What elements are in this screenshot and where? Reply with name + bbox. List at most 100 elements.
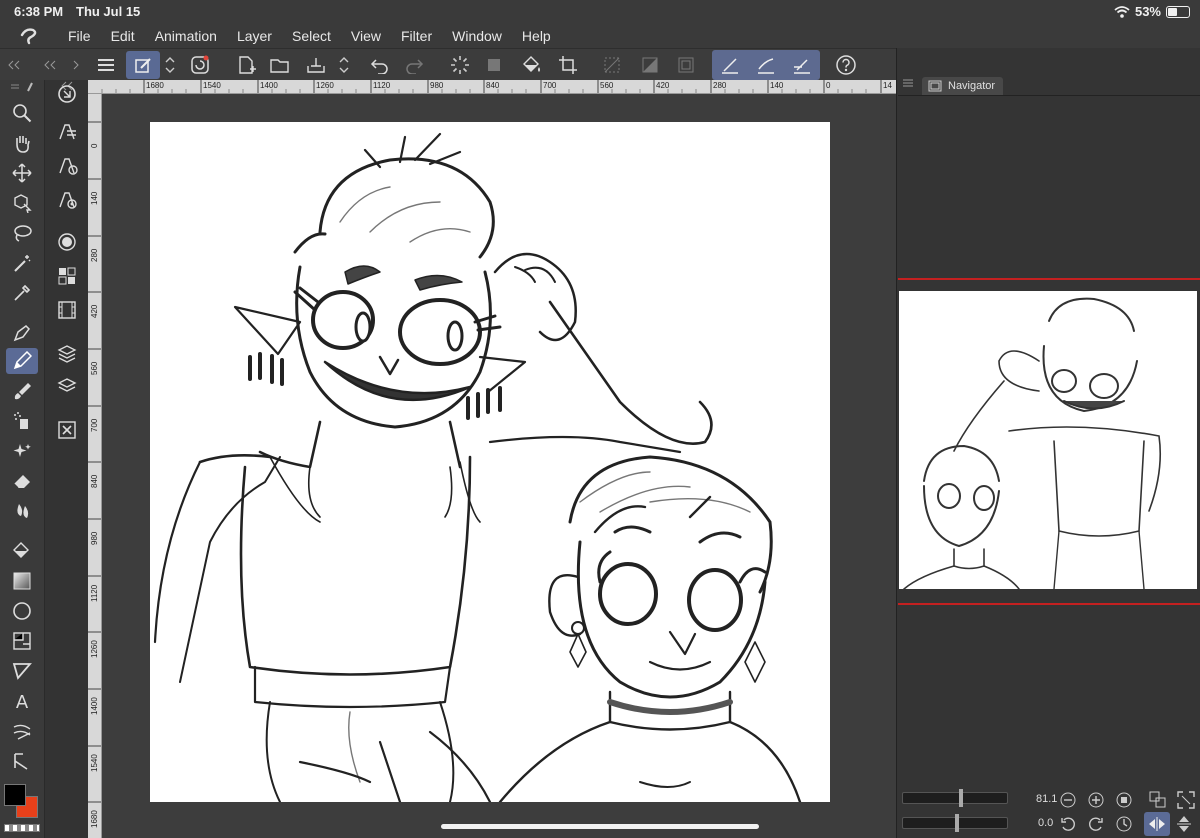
- tool-palette-header-icon[interactable]: [6, 80, 38, 94]
- panel-menu-icon[interactable]: [902, 78, 914, 88]
- layer-property-icon[interactable]: [53, 118, 81, 146]
- chevron-right-icon[interactable]: [68, 51, 84, 79]
- zoom-in-icon[interactable]: [1088, 792, 1104, 808]
- app-logo-icon[interactable]: [0, 27, 58, 45]
- gradient-tool-icon[interactable]: [6, 568, 38, 594]
- rotate-left-icon[interactable]: [1060, 816, 1076, 832]
- hand-tool-icon[interactable]: [6, 130, 38, 156]
- quick-access-icon[interactable]: [186, 51, 214, 79]
- vruler-label: 0: [90, 143, 99, 148]
- menu-edit[interactable]: Edit: [101, 28, 145, 44]
- menu-file[interactable]: File: [58, 28, 101, 44]
- snap-special-ruler-icon[interactable]: [752, 51, 780, 79]
- decoration-tool-icon[interactable]: [6, 438, 38, 464]
- close-subview-icon[interactable]: [53, 416, 81, 444]
- menu-window[interactable]: Window: [442, 28, 512, 44]
- menu-animation[interactable]: Animation: [145, 28, 227, 44]
- airbrush-tool-icon[interactable]: [6, 408, 38, 434]
- redo-icon[interactable]: [400, 51, 428, 79]
- fill-icon[interactable]: [518, 51, 546, 79]
- menu-icon[interactable]: [92, 51, 120, 79]
- zoom-slider[interactable]: [902, 789, 1008, 807]
- open-folder-icon[interactable]: [266, 51, 294, 79]
- zoom-slider-knob[interactable]: [959, 789, 963, 807]
- ruler-tool-icon[interactable]: [6, 718, 38, 744]
- sub-tool-detail-icon[interactable]: [53, 186, 81, 214]
- flip-vertical-icon[interactable]: [1176, 814, 1192, 834]
- frame-border-tool-icon[interactable]: [6, 628, 38, 654]
- main-color-swatch[interactable]: [4, 784, 26, 806]
- magic-wand-icon[interactable]: [6, 250, 38, 276]
- balloon-tool-icon[interactable]: [6, 658, 38, 684]
- pen-tool-icon[interactable]: [6, 320, 38, 346]
- zoom-tool-icon[interactable]: [6, 100, 38, 126]
- pencil-tool-icon[interactable]: [6, 348, 38, 374]
- fit-window-icon[interactable]: [1148, 790, 1168, 810]
- navigator-preview[interactable]: [899, 291, 1197, 589]
- move-tool-icon[interactable]: [6, 160, 38, 186]
- flip-horizontal-button[interactable]: [1144, 812, 1170, 836]
- sketch-artwork: [153, 132, 802, 802]
- vruler-label: 1260: [90, 640, 99, 658]
- snap-ruler-icon[interactable]: [716, 51, 744, 79]
- stepper-icon[interactable]: [160, 51, 180, 79]
- vruler-label: 560: [90, 361, 99, 375]
- help-icon[interactable]: [832, 51, 860, 79]
- eraser-tool-icon[interactable]: [6, 468, 38, 494]
- menu-select[interactable]: Select: [282, 28, 341, 44]
- collapse-left-icon[interactable]: [4, 51, 24, 79]
- figure-tool-icon[interactable]: [6, 598, 38, 624]
- menu-layer[interactable]: Layer: [227, 28, 282, 44]
- tab-navigator[interactable]: Navigator: [922, 77, 1004, 95]
- selection-invert-icon[interactable]: [636, 51, 664, 79]
- undo-icon[interactable]: [366, 51, 394, 79]
- snap-grid-icon[interactable]: [788, 51, 816, 79]
- new-canvas-icon[interactable]: [232, 51, 260, 79]
- home-indicator[interactable]: [441, 824, 759, 829]
- transparent-color-swatch[interactable]: [4, 824, 40, 832]
- hruler-label: 1400: [260, 81, 278, 90]
- object-tool-icon[interactable]: [6, 190, 38, 216]
- rotation-slider-knob[interactable]: [955, 814, 959, 832]
- collapse-left-2-icon[interactable]: [40, 51, 60, 79]
- zoom-out-icon[interactable]: [1060, 792, 1076, 808]
- stepper-2-icon[interactable]: [334, 51, 354, 79]
- loading-icon[interactable]: [446, 51, 474, 79]
- actual-size-icon[interactable]: [1116, 792, 1132, 808]
- eyedropper-icon[interactable]: [6, 280, 38, 306]
- hruler-label: 14: [883, 81, 892, 90]
- fullscreen-icon[interactable]: [1176, 790, 1196, 810]
- brush-tool-icon[interactable]: [6, 378, 38, 404]
- layer-icon[interactable]: [53, 372, 81, 400]
- tool-property-icon[interactable]: [53, 152, 81, 180]
- edit-layer-button[interactable]: [126, 51, 160, 79]
- save-icon[interactable]: [302, 51, 330, 79]
- reset-rotation-icon[interactable]: [1116, 816, 1132, 832]
- sub-tool-palette: [44, 80, 88, 838]
- animation-timeline-icon[interactable]: [53, 296, 81, 324]
- menu-help[interactable]: Help: [512, 28, 561, 44]
- blend-tool-icon[interactable]: [6, 498, 38, 524]
- crop-icon[interactable]: [554, 51, 582, 79]
- menu-filter[interactable]: Filter: [391, 28, 442, 44]
- correct-line-tool-icon[interactable]: [6, 748, 38, 774]
- rotate-right-icon[interactable]: [1088, 816, 1104, 832]
- rotation-slider[interactable]: [902, 814, 1008, 832]
- material-icon[interactable]: [53, 340, 81, 368]
- brush-size-icon[interactable]: [53, 228, 81, 256]
- menu-bar: File Edit Animation Layer Select View Fi…: [0, 24, 1200, 48]
- panel-divider: [898, 95, 1200, 96]
- selection-expand-icon[interactable]: [672, 51, 700, 79]
- selection-clear-icon[interactable]: [598, 51, 626, 79]
- hruler-label: 0: [826, 81, 831, 90]
- hruler-label: 1260: [316, 81, 334, 90]
- transform-disabled-icon[interactable]: [480, 51, 508, 79]
- menu-view[interactable]: View: [341, 28, 391, 44]
- lasso-tool-icon[interactable]: [6, 220, 38, 246]
- drawing-canvas[interactable]: [150, 122, 830, 802]
- color-set-icon[interactable]: [53, 262, 81, 290]
- history-icon[interactable]: [53, 80, 81, 108]
- text-tool-icon[interactable]: A: [6, 688, 38, 714]
- hruler-label: 1680: [146, 81, 164, 90]
- fill-tool-icon[interactable]: [6, 538, 38, 564]
